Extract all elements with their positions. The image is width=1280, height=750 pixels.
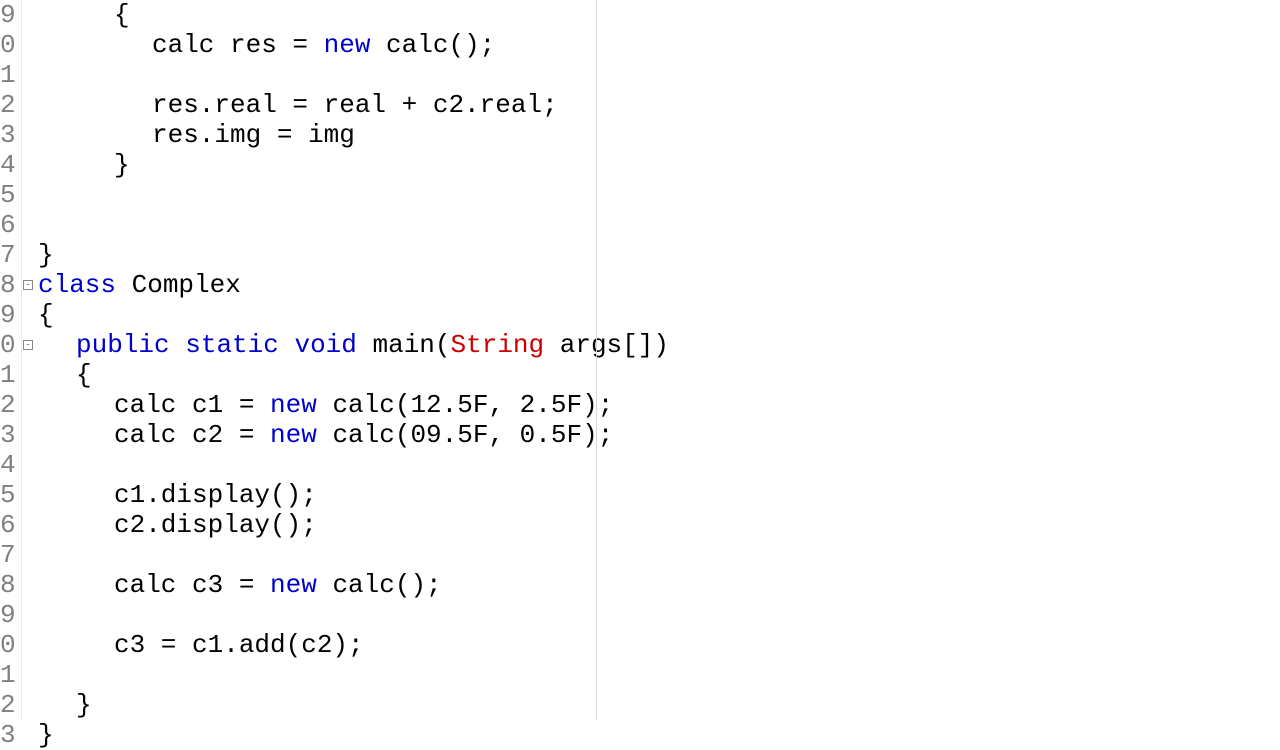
- code-line[interactable]: }: [36, 150, 1280, 180]
- code-editor[interactable]: 9012345678901234567890123 -- {calc res =…: [0, 0, 1280, 720]
- code-line[interactable]: [36, 600, 1280, 630]
- code-line[interactable]: }: [36, 690, 1280, 720]
- line-number: 3: [0, 120, 15, 150]
- line-number: 2: [0, 390, 15, 420]
- code-line[interactable]: {: [36, 300, 1280, 330]
- code-line[interactable]: calc c1 = new calc(12.5F, 2.5F);: [36, 390, 1280, 420]
- code-token: calc(09.5F, 0.5F);: [317, 420, 613, 450]
- code-token: {: [76, 360, 92, 390]
- line-number: 3: [0, 420, 15, 450]
- line-number: 9: [0, 300, 15, 330]
- fold-marker[interactable]: -: [23, 280, 33, 290]
- line-number: 7: [0, 540, 15, 570]
- code-line[interactable]: class Complex: [36, 270, 1280, 300]
- code-token: c3 = c1.add(c2);: [114, 630, 364, 660]
- code-area[interactable]: {calc res = new calc();res.real = real +…: [36, 0, 1280, 720]
- line-number: 6: [0, 510, 15, 540]
- line-number: 8: [0, 270, 15, 300]
- code-token: }: [38, 240, 54, 270]
- code-line[interactable]: [36, 540, 1280, 570]
- line-number: 1: [0, 360, 15, 390]
- code-token: Complex: [116, 270, 241, 300]
- code-line[interactable]: {: [36, 0, 1280, 30]
- line-number: 6: [0, 210, 15, 240]
- code-token: calc res =: [152, 30, 324, 60]
- code-token: new: [270, 570, 317, 600]
- line-number: 4: [0, 150, 15, 180]
- code-token: void: [294, 330, 356, 360]
- code-line[interactable]: c2.display();: [36, 510, 1280, 540]
- code-token: {: [38, 300, 54, 330]
- code-token: calc c3 =: [114, 570, 270, 600]
- code-token: calc c2 =: [114, 420, 270, 450]
- line-number: 7: [0, 240, 15, 270]
- code-token: static: [185, 330, 279, 360]
- code-token: }: [38, 720, 54, 750]
- code-token: [170, 330, 186, 360]
- code-line[interactable]: res.img = img: [36, 120, 1280, 150]
- fold-column[interactable]: --: [22, 0, 36, 720]
- code-token: }: [114, 150, 130, 180]
- line-number: 2: [0, 90, 15, 120]
- code-token: public: [76, 330, 170, 360]
- code-token: res.img = img: [152, 120, 355, 150]
- code-line[interactable]: [36, 450, 1280, 480]
- code-line[interactable]: calc c3 = new calc();: [36, 570, 1280, 600]
- line-number-gutter: 9012345678901234567890123: [0, 0, 22, 720]
- line-number: 1: [0, 60, 15, 90]
- line-number: 4: [0, 450, 15, 480]
- line-number: 3: [0, 720, 15, 750]
- line-number: 1: [0, 660, 15, 690]
- code-token: res.real = real + c2.real;: [152, 90, 558, 120]
- line-number: 0: [0, 330, 15, 360]
- fold-marker[interactable]: -: [23, 340, 33, 350]
- code-token: calc();: [370, 30, 495, 60]
- line-number: 2: [0, 690, 15, 720]
- code-token: String: [451, 330, 545, 360]
- code-line[interactable]: [36, 180, 1280, 210]
- code-line[interactable]: [36, 660, 1280, 690]
- code-token: class: [38, 270, 116, 300]
- code-token: {: [114, 0, 130, 30]
- code-line[interactable]: public static void main(String args[]): [36, 330, 1280, 360]
- print-margin: [596, 0, 597, 720]
- code-token: }: [76, 690, 92, 720]
- code-token: [279, 330, 295, 360]
- code-token: calc();: [317, 570, 442, 600]
- line-number: 5: [0, 480, 15, 510]
- code-token: calc c1 =: [114, 390, 270, 420]
- line-number: 0: [0, 630, 15, 660]
- code-line[interactable]: c1.display();: [36, 480, 1280, 510]
- line-number: 9: [0, 600, 15, 630]
- code-line[interactable]: calc c2 = new calc(09.5F, 0.5F);: [36, 420, 1280, 450]
- code-token: c2.display();: [114, 510, 317, 540]
- code-line[interactable]: c3 = c1.add(c2);: [36, 630, 1280, 660]
- code-token: calc(12.5F, 2.5F);: [317, 390, 613, 420]
- code-line[interactable]: [36, 60, 1280, 90]
- code-token: main(: [357, 330, 451, 360]
- code-token: new: [270, 420, 317, 450]
- code-token: new: [270, 390, 317, 420]
- line-number: 0: [0, 30, 15, 60]
- code-line[interactable]: }: [36, 240, 1280, 270]
- code-token: c1.display();: [114, 480, 317, 510]
- code-line[interactable]: }: [36, 720, 1280, 750]
- code-token: new: [324, 30, 371, 60]
- code-line[interactable]: res.real = real + c2.real;: [36, 90, 1280, 120]
- code-token: args[]): [544, 330, 669, 360]
- line-number: 5: [0, 180, 15, 210]
- code-line[interactable]: {: [36, 360, 1280, 390]
- line-number: 9: [0, 0, 15, 30]
- line-number: 8: [0, 570, 15, 600]
- code-line[interactable]: calc res = new calc();: [36, 30, 1280, 60]
- code-line[interactable]: [36, 210, 1280, 240]
